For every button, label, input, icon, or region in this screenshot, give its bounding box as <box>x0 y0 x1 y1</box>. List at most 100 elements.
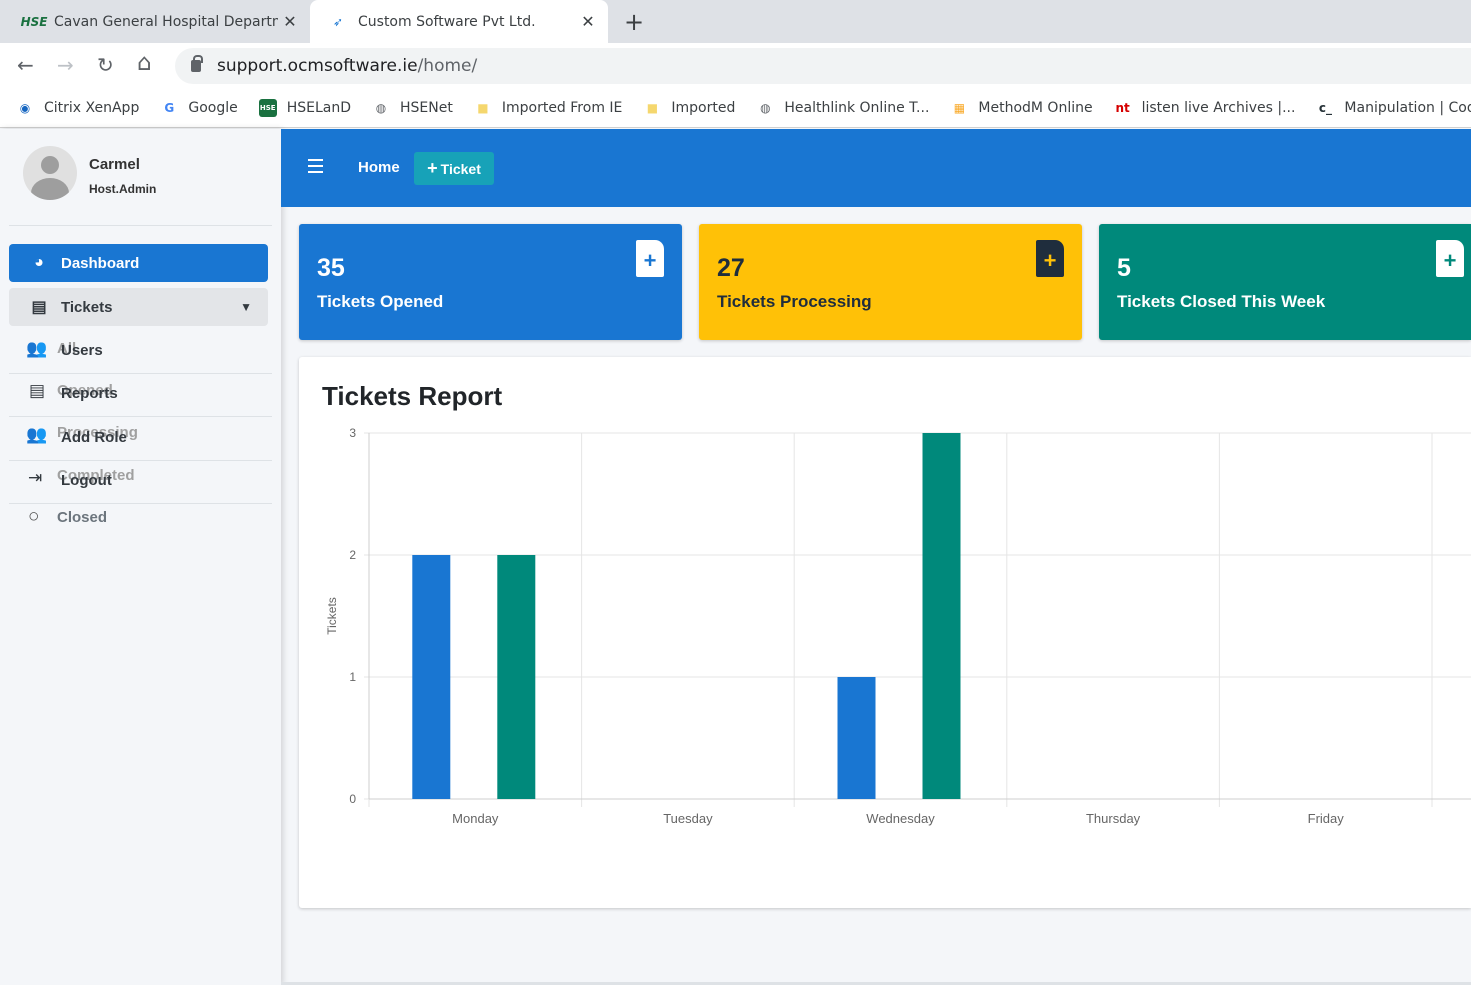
reload-icon[interactable]: ↻ <box>97 53 114 77</box>
tickets-bar-chart: 0 1 2 3 Monday Tuesday Wednesday Thursday Friday… <box>325 426 1471 826</box>
sidebar-row <box>9 418 272 461</box>
bookmark-item[interactable]: ◍ Healthlink Online T... <box>756 99 929 117</box>
x-tick-label: Monday <box>452 811 499 826</box>
hse-icon: HSE <box>258 98 277 117</box>
browser-nav-bar: ← → ↻ ⌂ support.ocmsoftware.ie/home/ <box>0 43 1471 88</box>
bookmark-item[interactable]: ■ Imported From IE <box>474 99 623 117</box>
sidebar-row <box>9 461 272 504</box>
user-role: Host.Admin <box>89 182 157 196</box>
file-plus-icon: + <box>1036 240 1064 277</box>
card-value: 5 <box>1117 254 1131 282</box>
bookmark-item[interactable]: ▦ MethodM Online <box>950 99 1093 117</box>
users-icon: 👥 <box>26 425 48 444</box>
top-header: Home + Ticket <box>281 129 1471 207</box>
bookmark-label: MethodM Online <box>978 99 1093 116</box>
tickets-closed-card[interactable]: 5 Tickets Closed This Week + <box>1099 224 1471 340</box>
x-tick-label: Tuesday <box>663 811 713 826</box>
tab-title: Custom Software Pvt Ltd. <box>358 13 536 30</box>
bookmark-item[interactable]: ■ Imported <box>643 99 736 117</box>
bookmark-item[interactable]: ◍ HSENet <box>372 99 453 117</box>
bookmarks-bar: ◉ Citrix XenApp G Google HSE HSELanD ◍ HSENet ■ I… <box>0 88 1471 128</box>
sidebar-item-label: Dashboard <box>61 254 140 272</box>
bookmark-label: Imported From IE <box>501 99 623 116</box>
gauge-icon: ◕ <box>34 254 44 271</box>
url-host: support.ocmsoftware.ie <box>217 56 418 76</box>
sidebar-item-dashboard[interactable]: ◕ Dashboard <box>9 244 268 282</box>
folder-icon: ■ <box>477 100 489 115</box>
bar <box>837 677 876 799</box>
avatar[interactable] <box>23 146 77 200</box>
sidebar-item-label: Tickets <box>61 298 113 316</box>
ocm-favicon-icon: ➶ <box>332 14 344 29</box>
inbox-icon: ▤ <box>31 299 47 316</box>
browser-tab-custom-software[interactable]: ➶ Custom Software Pvt Ltd. ✕ <box>310 0 608 43</box>
add-ticket-label: Ticket <box>440 160 481 177</box>
card-label: Tickets Processing <box>717 292 872 311</box>
bookmark-label: Manipulation | Cod... <box>1344 99 1471 116</box>
card-label: Tickets Opened <box>317 292 444 311</box>
bookmark-item[interactable]: HSE HSELanD <box>258 98 352 117</box>
bookmark-item[interactable]: nt listen live Archives |... <box>1114 99 1296 117</box>
hamburger-menu-icon[interactable] <box>308 159 323 173</box>
sidebar-item-users[interactable]: Users <box>61 342 103 359</box>
globe-icon: ◍ <box>375 100 387 115</box>
folder-icon: ■ <box>646 100 659 115</box>
bar <box>922 433 961 799</box>
globe-icon: ◍ <box>760 100 771 115</box>
bookmark-item[interactable]: G Google <box>160 99 237 117</box>
methodm-icon: ▦ <box>953 100 966 115</box>
google-icon: G <box>164 100 175 115</box>
address-bar[interactable]: support.ocmsoftware.ie/home/ <box>175 48 1471 84</box>
browser-tab-cavan[interactable]: HSE Cavan General Hospital Departm ✕ <box>0 0 310 43</box>
sidebar-item-add-role[interactable]: Add Role <box>61 429 127 446</box>
code-icon: c_ <box>1318 100 1332 115</box>
tickets-report-panel: Tickets Report 0 1 2 3 Monday Tuesday Wednesda… <box>299 357 1471 908</box>
file-plus-icon: + <box>636 240 664 277</box>
x-tick-label: Thursday <box>1086 811 1141 826</box>
lock-icon <box>191 55 203 72</box>
report-icon: ▤ <box>29 381 46 400</box>
bookmark-label: listen live Archives |... <box>1141 99 1296 116</box>
users-icon: 👥 <box>26 339 48 358</box>
url-path: /home/ <box>417 56 478 76</box>
circle-icon: ○ <box>28 506 40 527</box>
sidebar-row <box>9 331 272 374</box>
sidebar-item-logout[interactable]: Logout <box>61 472 112 489</box>
card-value: 27 <box>717 254 745 282</box>
y-axis-label: Tickets <box>325 597 339 635</box>
back-arrow-icon[interactable]: ← <box>17 53 34 77</box>
bookmark-label: Google <box>188 99 238 116</box>
nt-icon: nt <box>1115 100 1130 115</box>
bookmark-label: HSELanD <box>286 99 352 116</box>
submenu-item-closed[interactable]: Closed <box>57 509 107 526</box>
chevron-down-icon: ▼ <box>240 300 252 314</box>
add-ticket-button[interactable]: + Ticket <box>414 152 494 185</box>
close-tab-icon[interactable]: ✕ <box>576 12 600 31</box>
logout-icon: ⇥ <box>28 468 43 487</box>
bookmark-label: HSENet <box>400 99 453 116</box>
plus-icon: + <box>427 158 438 178</box>
y-tick-label: 0 <box>349 792 356 806</box>
bookmark-label: Healthlink Online T... <box>784 99 930 116</box>
tickets-opened-card[interactable]: 35 Tickets Opened + <box>299 224 682 340</box>
tickets-processing-card[interactable]: 27 Tickets Processing + <box>699 224 1082 340</box>
browser-tab-bar: HSE Cavan General Hospital Departm ✕ ➶ C… <box>0 0 1471 43</box>
x-tick-label: Wednesday <box>866 811 935 826</box>
home-icon[interactable]: ⌂ <box>137 50 152 76</box>
user-panel: Carmel Host.Admin <box>9 129 272 226</box>
close-tab-icon[interactable]: ✕ <box>278 12 302 31</box>
sidebar-row <box>9 374 272 417</box>
user-name[interactable]: Carmel <box>89 156 140 173</box>
file-plus-icon: + <box>1436 240 1464 277</box>
new-tab-button[interactable]: + <box>624 8 644 36</box>
bookmark-item[interactable]: ◉ Citrix XenApp <box>16 99 140 117</box>
bookmark-label: Citrix XenApp <box>44 99 140 116</box>
forward-arrow-icon[interactable]: → <box>57 53 74 77</box>
sidebar-item-reports[interactable]: Reports <box>61 385 118 402</box>
sidebar-item-tickets[interactable]: ▤ Tickets ▼ <box>9 288 268 326</box>
home-link[interactable]: Home <box>358 159 400 176</box>
bookmark-item[interactable]: c_ Manipulation | Cod... <box>1316 99 1471 117</box>
hse-favicon-icon: HSE <box>20 14 48 29</box>
x-tick-label: Friday <box>1308 811 1345 826</box>
y-tick-label: 2 <box>349 548 356 562</box>
